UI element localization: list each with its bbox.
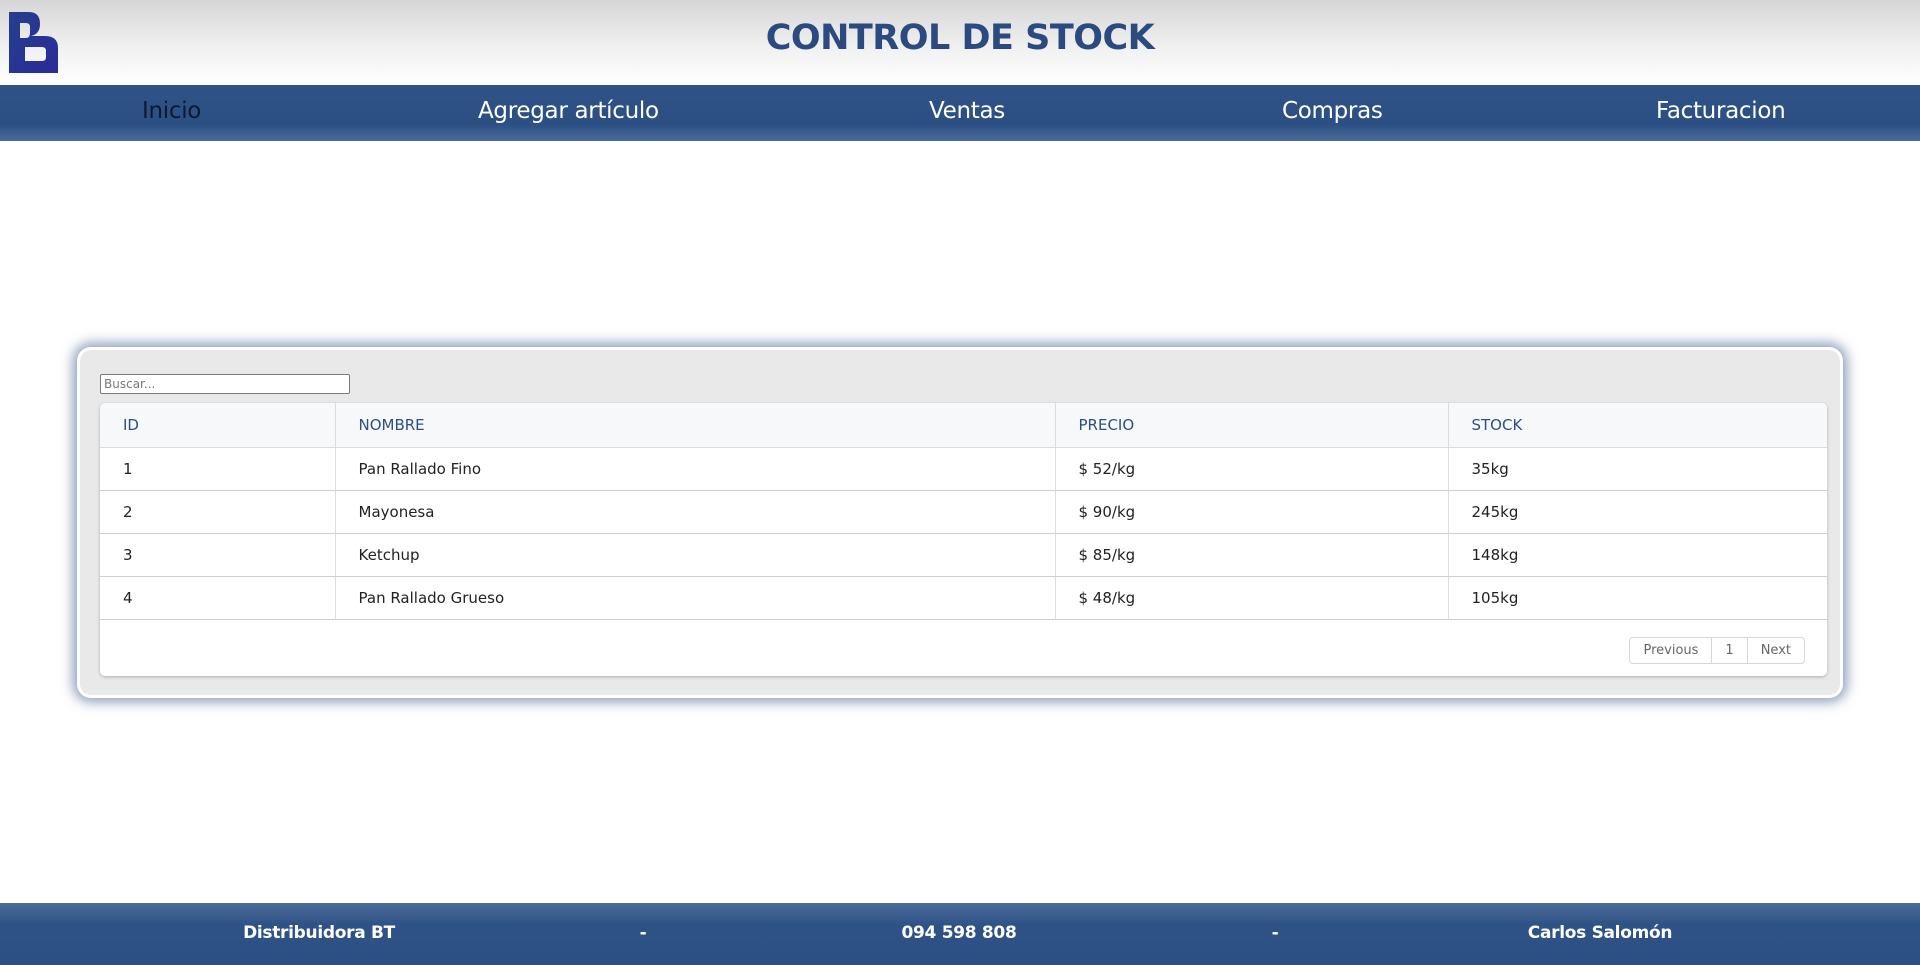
cell-id: 4 [100,576,335,620]
cell-precio: $ 48/kg [1054,576,1448,620]
column-header-stock[interactable]: STOCK [1447,403,1827,448]
table-row[interactable]: 1 Pan Rallado Fino $ 52/kg 35kg [100,447,1827,491]
table-header-row: ID NOMBRE PRECIO STOCK [100,403,1827,448]
cell-nombre: Pan Rallado Fino [334,447,1055,491]
footer-phone: 094 598 808 [901,923,1017,943]
nav-item-inicio[interactable]: Inicio [142,98,201,124]
cell-precio: $ 85/kg [1054,533,1448,577]
next-page-button[interactable]: Next [1746,638,1804,663]
search-input[interactable] [100,374,350,394]
cell-precio: $ 90/kg [1054,490,1448,534]
column-header-nombre[interactable]: NOMBRE [334,403,1055,448]
table-row[interactable]: 2 Mayonesa $ 90/kg 245kg [100,490,1827,534]
cell-precio: $ 52/kg [1054,447,1448,491]
cell-id: 3 [100,533,335,577]
footer-separator: - [639,923,647,943]
column-header-precio[interactable]: PRECIO [1054,403,1448,448]
previous-page-button[interactable]: Previous [1630,638,1711,663]
nav-item-facturacion[interactable]: Facturacion [1656,98,1786,124]
nav-item-ventas[interactable]: Ventas [929,98,1005,124]
cell-stock: 148kg [1447,533,1827,577]
cell-id: 1 [100,447,335,491]
footer-separator: - [1271,923,1279,943]
cell-stock: 35kg [1447,447,1827,491]
column-header-id[interactable]: ID [100,403,335,448]
table-row[interactable]: 3 Ketchup $ 85/kg 148kg [100,533,1827,577]
main-nav: Inicio Agregar artículo Ventas Compras F… [0,85,1920,141]
pagination: Previous 1 Next [1629,637,1805,664]
footer-company: Distribuidora BT [243,923,395,943]
nav-item-agregar-articulo[interactable]: Agregar artículo [478,98,659,124]
footer-author: Carlos Salomón [1527,923,1673,943]
cell-nombre: Pan Rallado Grueso [334,576,1055,620]
header: CONTROL DE STOCK [0,0,1920,85]
stock-table: ID NOMBRE PRECIO STOCK 1 Pan Rallado Fin… [100,403,1827,620]
cell-nombre: Ketchup [334,533,1055,577]
stock-panel: ID NOMBRE PRECIO STOCK 1 Pan Rallado Fin… [77,347,1843,698]
footer: Distribuidora BT - 094 598 808 - Carlos … [0,903,1920,965]
page-1-button[interactable]: 1 [1711,638,1746,663]
page-title: CONTROL DE STOCK [765,18,1155,58]
cell-id: 2 [100,490,335,534]
cell-stock: 245kg [1447,490,1827,534]
nav-item-compras[interactable]: Compras [1282,98,1383,124]
cell-nombre: Mayonesa [334,490,1055,534]
table-row[interactable]: 4 Pan Rallado Grueso $ 48/kg 105kg [100,576,1827,620]
stock-table-container: ID NOMBRE PRECIO STOCK 1 Pan Rallado Fin… [100,403,1827,676]
cell-stock: 105kg [1447,576,1827,620]
